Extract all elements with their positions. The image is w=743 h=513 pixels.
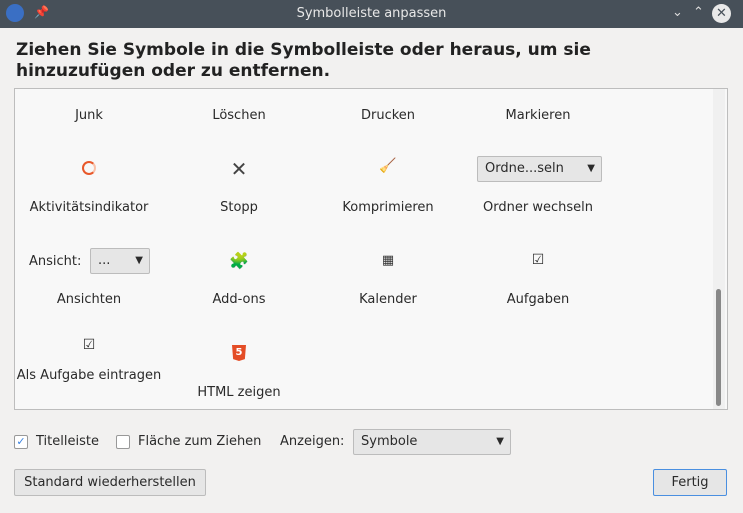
addons-puzzle-icon: 🧩 — [229, 251, 249, 270]
calendar-icon: ▦ — [381, 253, 395, 268]
chevron-down-icon: ▼ — [496, 436, 504, 447]
drag-space-checkbox[interactable] — [116, 435, 130, 449]
titlebar-label[interactable]: Titelleiste — [36, 434, 99, 449]
palette-item-add-task[interactable]: Als Aufgabe eintragen — [14, 367, 164, 384]
view-select-value: ... — [98, 253, 111, 268]
stop-icon: ✕ — [230, 157, 248, 181]
activity-indicator-icon — [82, 161, 96, 175]
palette-item-activity[interactable]: Aktivitätsindikator — [14, 199, 164, 216]
instructions-heading: Ziehen Sie Symbole in die Symbolleiste o… — [16, 40, 591, 81]
palette-item-tasks[interactable]: Aufgaben — [463, 291, 613, 308]
tasks-icon: ☑ — [531, 252, 545, 268]
view-label: Ansicht: — [29, 254, 82, 269]
titlebar-checkbox[interactable]: ✓ — [14, 435, 28, 449]
done-button[interactable]: Fertig — [653, 469, 727, 496]
chevron-down-icon: ▼ — [587, 163, 595, 174]
show-label: Anzeigen: — [280, 434, 345, 449]
palette-item-mark[interactable]: Markieren — [463, 107, 613, 124]
minimize-button[interactable]: ⌄ — [672, 5, 683, 20]
palette-item-print[interactable]: Drucken — [313, 107, 463, 124]
add-task-icon: ☑ — [82, 337, 96, 353]
html5-icon: 5 — [232, 345, 246, 361]
palette-item-calendar[interactable]: Kalender — [313, 291, 463, 308]
palette-item-show-html[interactable]: HTML zeigen — [164, 384, 314, 401]
palette-item-stop[interactable]: Stopp — [164, 199, 314, 216]
scrollbar-thumb[interactable] — [716, 289, 721, 406]
palette-item-junk[interactable]: Junk — [14, 107, 164, 124]
palette-item-folder-switch[interactable]: Ordner wechseln — [463, 199, 613, 216]
palette-item-compact[interactable]: Komprimieren — [313, 199, 463, 216]
folder-select-value: Ordne...seln — [485, 161, 564, 176]
view-select[interactable]: ... ▼ — [90, 248, 150, 274]
chevron-down-icon: ▼ — [135, 255, 143, 266]
palette-item-delete[interactable]: Löschen — [164, 107, 314, 124]
drag-space-label[interactable]: Fläche zum Ziehen — [138, 434, 261, 449]
maximize-button[interactable]: ⌃ — [693, 5, 704, 20]
palette-item-views[interactable]: Ansichten — [14, 291, 164, 308]
palette-item-addons[interactable]: Add-ons — [164, 291, 314, 308]
compact-broom-icon: 🧹 — [379, 158, 397, 174]
show-mode-value: Symbole — [361, 434, 418, 449]
folder-switch-select[interactable]: Ordne...seln ▼ — [477, 156, 602, 182]
title-bar: 📌 Symbolleiste anpassen ⌄ ⌃ ✕ — [0, 0, 743, 28]
close-button[interactable]: ✕ — [712, 4, 731, 23]
window-title: Symbolleiste anpassen — [296, 6, 447, 21]
show-mode-select[interactable]: Symbole ▼ — [353, 429, 511, 455]
restore-defaults-button[interactable]: Standard wiederherstellen — [14, 469, 206, 496]
